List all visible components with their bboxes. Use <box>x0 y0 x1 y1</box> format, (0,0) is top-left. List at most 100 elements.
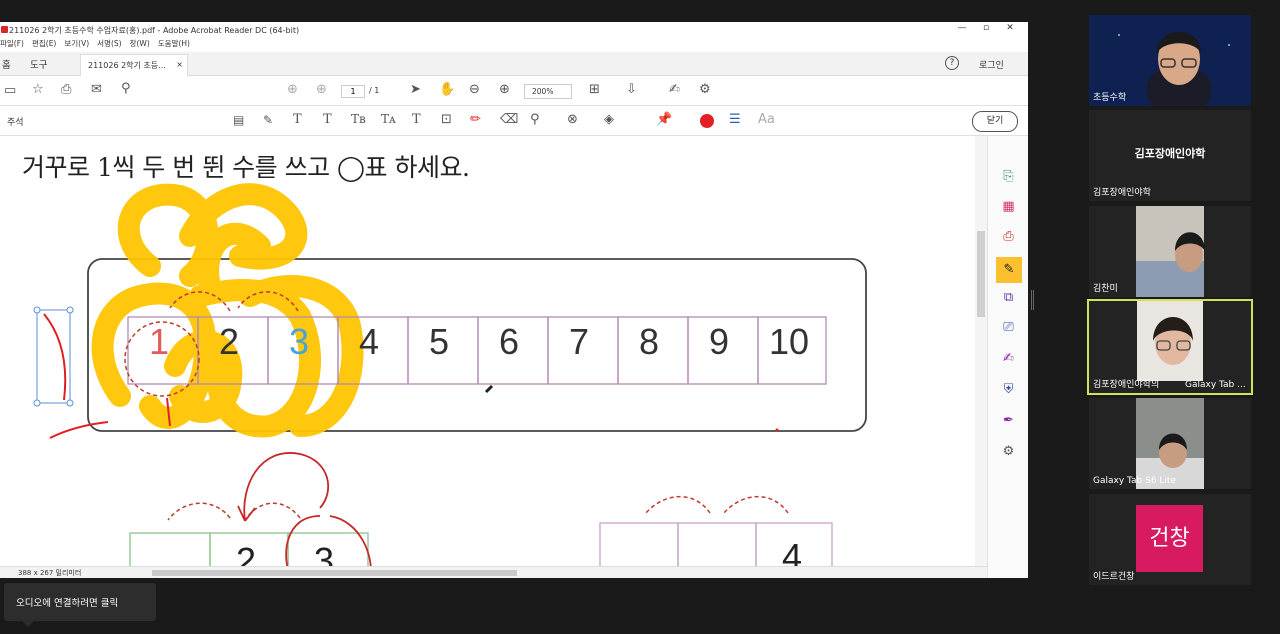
zoom-out-icon[interactable]: ⊖ <box>469 83 480 96</box>
bookmark-star-icon[interactable]: ☆ <box>32 83 44 96</box>
acrobat-app-icon <box>1 26 8 33</box>
shapes-icon[interactable]: ◈ <box>604 113 614 126</box>
menu-view[interactable]: 보기(V) <box>64 38 89 52</box>
participant-tile-active[interactable]: 김포장애인야학의 Galaxy Tab ... <box>1087 299 1253 395</box>
organize-pages-icon[interactable]: ▦ <box>1000 198 1017 215</box>
selection-handle <box>33 399 41 407</box>
scroll-thumb[interactable] <box>977 231 985 317</box>
hand-tool-icon[interactable]: ✋ <box>439 83 455 96</box>
pin-icon[interactable]: 📌 <box>656 113 672 126</box>
comment-toolbar: 주석 ▤ ✎ T T Tʙ Tᴀ T ⊡ ✏ ⌫ ⚲ ⊗ ◈ 📌 ☰ Aa 닫기 <box>0 106 1028 136</box>
tab-document-label: 211026 2학기 초등... <box>88 61 166 70</box>
menu-file[interactable]: 파일(F) <box>0 38 24 52</box>
worksheet-canvas <box>33 183 867 566</box>
title-bar: 211026 2학기 초등수학 수업자료(홍).pdf - Adobe Acro… <box>0 22 1028 38</box>
insert-text-icon[interactable]: Tᴀ <box>381 113 396 125</box>
lower-left-number-2: 2 <box>236 540 257 566</box>
email-icon[interactable]: ✉ <box>91 83 102 96</box>
red-pen-stroke <box>43 313 67 401</box>
acrobat-window: 211026 2학기 초등수학 수업자료(홍).pdf - Adobe Acro… <box>0 22 1028 578</box>
close-window-button[interactable]: ✕ <box>998 23 1022 33</box>
tab-home[interactable]: 홈 <box>2 57 11 71</box>
vertical-scrollbar[interactable] <box>975 136 987 566</box>
page-dimensions: 388 x 267 밀리미터 <box>18 569 82 577</box>
number-4: 4 <box>359 321 380 362</box>
status-bar: 388 x 267 밀리미터 <box>0 566 987 578</box>
more-tools-icon[interactable]: ⚙ <box>1000 443 1017 460</box>
tab-close-icon[interactable]: × <box>176 60 183 69</box>
export-pdf-icon[interactable]: ⎙ <box>1000 228 1017 245</box>
sticky-note-icon[interactable]: ▤ <box>233 114 244 126</box>
attach-icon[interactable]: ⊗ <box>567 113 578 126</box>
page-total: / 1 <box>369 86 380 95</box>
minimize-button[interactable]: — <box>950 23 974 33</box>
comment-tool-icon[interactable]: ✎ <box>996 257 1022 283</box>
participant-tile[interactable]: 김포장애인야학 김포장애인야학 <box>1089 110 1251 201</box>
protect-shield-icon[interactable]: ⛨ <box>1000 381 1017 398</box>
combine-files-icon[interactable]: ⧉ <box>1000 289 1017 306</box>
search-icon[interactable]: ⚲ <box>121 82 131 95</box>
lower-right-cell-2 <box>677 522 757 566</box>
scan-ocr-icon[interactable]: ⎚ <box>1000 319 1017 336</box>
page-down-icon[interactable]: ⊕ <box>316 83 327 96</box>
lower-right-cell-1 <box>599 522 679 566</box>
text-box-icon[interactable]: ⊡ <box>441 113 452 126</box>
font-size-icon[interactable]: Aa <box>758 113 775 126</box>
page-fit-icon[interactable]: ⊞ <box>589 83 600 96</box>
fill-sign-icon[interactable]: ✍ <box>1000 350 1017 367</box>
participant-name: Galaxy Tab S6 Lite <box>1093 476 1176 486</box>
number-10: 10 <box>769 321 810 362</box>
maximize-button[interactable]: ▫ <box>974 23 998 33</box>
replace-text-icon[interactable]: Tʙ <box>351 113 366 125</box>
color-picker-icon[interactable] <box>700 114 714 128</box>
participant-tile[interactable]: 건창 이드르건창 <box>1089 494 1251 585</box>
audio-connect-tooltip[interactable]: 오디오에 연결하려면 클릭 <box>4 583 156 627</box>
eraser-icon[interactable]: ⌫ <box>500 113 518 126</box>
audio-connect-label: 오디오에 연결하려면 클릭 <box>16 598 119 609</box>
participant-device: Galaxy Tab ... <box>1185 380 1246 390</box>
page-number-input[interactable]: 1 <box>341 85 365 98</box>
add-text-icon[interactable]: T <box>412 113 421 126</box>
zoom-in-icon[interactable]: ⊕ <box>499 83 510 96</box>
scroll-mode-icon[interactable]: ⇩ <box>626 83 637 96</box>
menu-edit[interactable]: 편집(E) <box>32 38 56 52</box>
save-icon[interactable]: ▭ <box>4 84 16 97</box>
login-button[interactable]: 로그인 <box>979 58 1004 71</box>
panel-resize-handle[interactable] <box>1031 290 1034 310</box>
participant-avatar-badge: 건창 <box>1136 505 1203 572</box>
participant-tile[interactable]: 초등수학 <box>1089 15 1251 106</box>
participant-tile[interactable]: Galaxy Tab S6 Lite <box>1089 398 1251 489</box>
text-strike-icon[interactable]: T <box>323 113 332 126</box>
stamp-icon[interactable]: ⚲ <box>530 113 540 126</box>
select-arrow-icon[interactable]: ➤ <box>410 83 421 96</box>
tab-document[interactable]: 211026 2학기 초등... × <box>80 54 188 76</box>
tab-tools[interactable]: 도구 <box>30 57 47 71</box>
participant-name: 김포장애인야학의 <box>1093 380 1160 390</box>
zoom-select[interactable]: 200% <box>524 84 572 99</box>
selection-handle <box>66 399 74 407</box>
line-weight-icon[interactable]: ☰ <box>729 113 741 126</box>
page-up-icon[interactable]: ⊕ <box>287 83 298 96</box>
menu-help[interactable]: 도움말(H) <box>158 38 190 52</box>
share-icon[interactable]: ⚙ <box>699 83 711 96</box>
number-8: 8 <box>639 321 660 362</box>
number-9: 9 <box>709 321 730 362</box>
close-comment-button[interactable]: 닫기 <box>972 111 1018 132</box>
participant-tile[interactable]: 김찬미 <box>1089 206 1251 297</box>
lower-left-number-3: 3 <box>314 540 335 566</box>
help-icon[interactable]: ? <box>945 56 959 70</box>
print-icon[interactable]: ⎙ <box>61 83 71 96</box>
sign-pen-icon[interactable]: ✍ <box>669 83 680 96</box>
lower-left-cell-1 <box>129 532 211 566</box>
request-signature-icon[interactable]: ✒ <box>1000 412 1017 429</box>
horizontal-scroll-thumb[interactable] <box>152 570 517 576</box>
jump-arrow-6 <box>722 495 789 515</box>
menu-sign[interactable]: 서명(S) <box>97 38 121 52</box>
menu-window[interactable]: 창(W) <box>130 38 150 52</box>
pencil-icon[interactable]: ✏ <box>470 113 481 126</box>
document-page[interactable]: 거꾸로 1씩 두 번 뛴 수를 쓰고 ◯표 하세요. 1 2 3 4 5 6 7… <box>0 136 975 566</box>
text-underline-icon[interactable]: T <box>293 113 302 126</box>
create-pdf-icon[interactable]: ⎘ <box>1000 168 1017 185</box>
highlight-pen-icon[interactable]: ✎ <box>263 114 273 126</box>
participant-name: 김찬미 <box>1093 284 1118 294</box>
